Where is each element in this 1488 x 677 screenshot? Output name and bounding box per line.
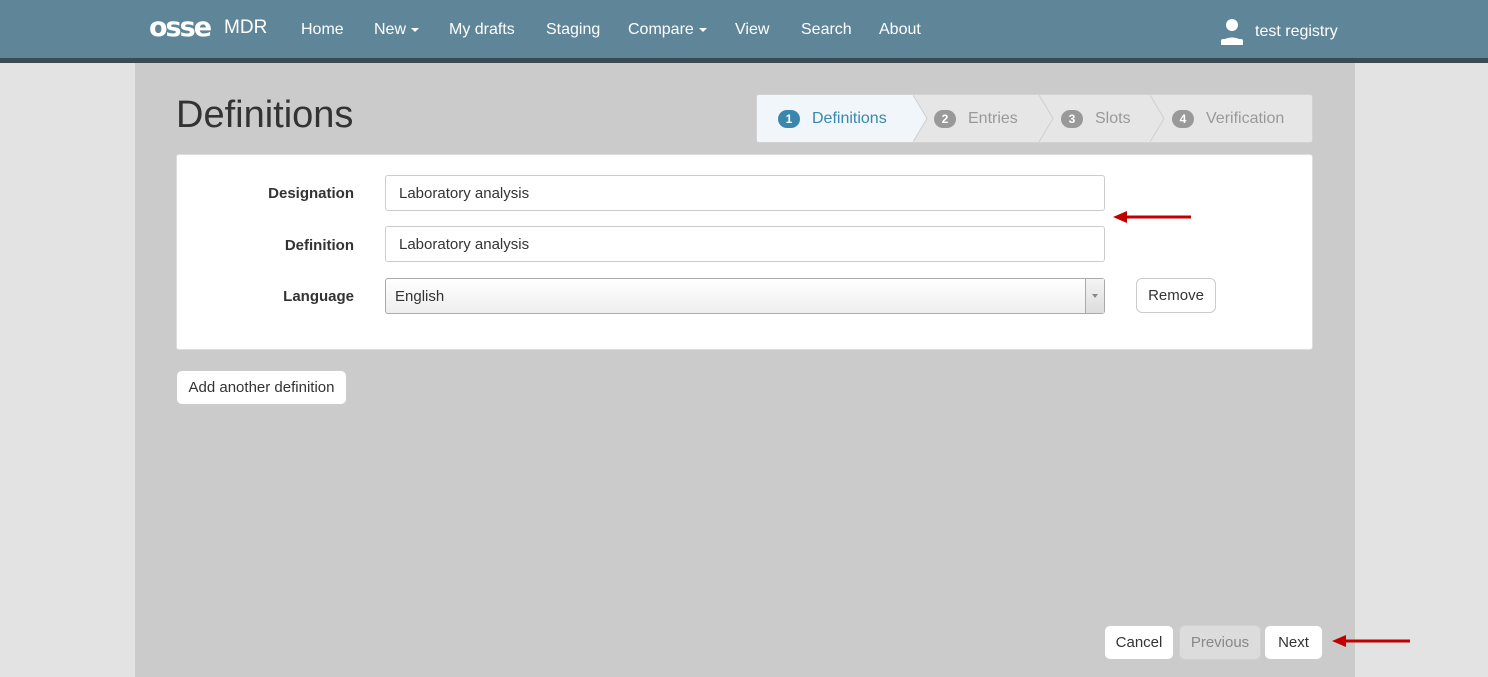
step-entries[interactable]: 2 Entries bbox=[934, 95, 1018, 142]
nav-view[interactable]: View bbox=[735, 21, 769, 39]
step-verification[interactable]: 4 Verification bbox=[1172, 95, 1284, 142]
page-title: Definitions bbox=[176, 94, 354, 136]
step-separator-icon bbox=[913, 95, 928, 142]
osse-logo: osse bbox=[149, 12, 212, 43]
step-number-badge: 2 bbox=[934, 109, 956, 128]
user-menu[interactable]: test registry bbox=[1220, 18, 1338, 46]
step-separator-icon bbox=[1039, 95, 1054, 142]
nav-my-drafts[interactable]: My drafts bbox=[449, 21, 515, 39]
language-selected-value: English bbox=[395, 288, 445, 305]
definition-panel: Designation Definition Language English … bbox=[176, 154, 1313, 350]
annotation-arrow-icon bbox=[1332, 635, 1410, 647]
top-navbar: osse MDR Home New My drafts Staging Comp… bbox=[0, 0, 1488, 63]
nav-new-label: New bbox=[374, 21, 407, 38]
caret-down-icon bbox=[411, 27, 420, 32]
nav-home[interactable]: Home bbox=[301, 21, 344, 39]
nav-staging[interactable]: Staging bbox=[546, 21, 600, 39]
nav-compare-label: Compare bbox=[628, 21, 694, 38]
step-definitions[interactable]: 1 Definitions bbox=[778, 95, 887, 142]
user-name: test registry bbox=[1255, 23, 1338, 40]
step-number-badge: 1 bbox=[778, 109, 800, 128]
step-label: Definitions bbox=[812, 109, 887, 127]
step-slots[interactable]: 3 Slots bbox=[1061, 95, 1131, 142]
designation-input[interactable] bbox=[385, 175, 1105, 211]
nav-about[interactable]: About bbox=[879, 21, 921, 39]
step-label: Slots bbox=[1095, 109, 1131, 127]
definition-label: Definition bbox=[284, 237, 354, 254]
add-definition-button[interactable]: Add another definition bbox=[176, 370, 347, 405]
nav-search[interactable]: Search bbox=[801, 21, 852, 39]
step-label: Verification bbox=[1206, 109, 1285, 127]
annotation-arrow-icon bbox=[1113, 211, 1191, 223]
step-separator-icon bbox=[1150, 95, 1165, 142]
cancel-button[interactable]: Cancel bbox=[1104, 625, 1174, 660]
dropdown-arrow-icon bbox=[1085, 279, 1104, 313]
nav-new[interactable]: New bbox=[374, 21, 420, 39]
main-container: Definitions 1 Definitions 2 Entries 3 Sl… bbox=[135, 63, 1355, 677]
step-number-badge: 3 bbox=[1061, 109, 1083, 128]
definition-input[interactable] bbox=[385, 226, 1105, 262]
language-select[interactable]: English bbox=[385, 278, 1105, 314]
remove-definition-button[interactable]: Remove bbox=[1136, 278, 1216, 313]
language-label: Language bbox=[283, 288, 354, 305]
step-number-badge: 4 bbox=[1172, 109, 1194, 128]
next-button[interactable]: Next bbox=[1264, 625, 1323, 660]
brand-name: MDR bbox=[224, 17, 268, 38]
nav-compare[interactable]: Compare bbox=[628, 21, 707, 39]
step-label: Entries bbox=[968, 109, 1018, 127]
user-icon bbox=[1221, 19, 1243, 45]
previous-button[interactable]: Previous bbox=[1179, 625, 1261, 660]
designation-label: Designation bbox=[268, 185, 354, 202]
brand[interactable]: osse MDR bbox=[149, 14, 267, 41]
wizard-steps: 1 Definitions 2 Entries 3 Slots 4 Verifi… bbox=[756, 94, 1313, 143]
caret-down-icon bbox=[698, 27, 707, 32]
